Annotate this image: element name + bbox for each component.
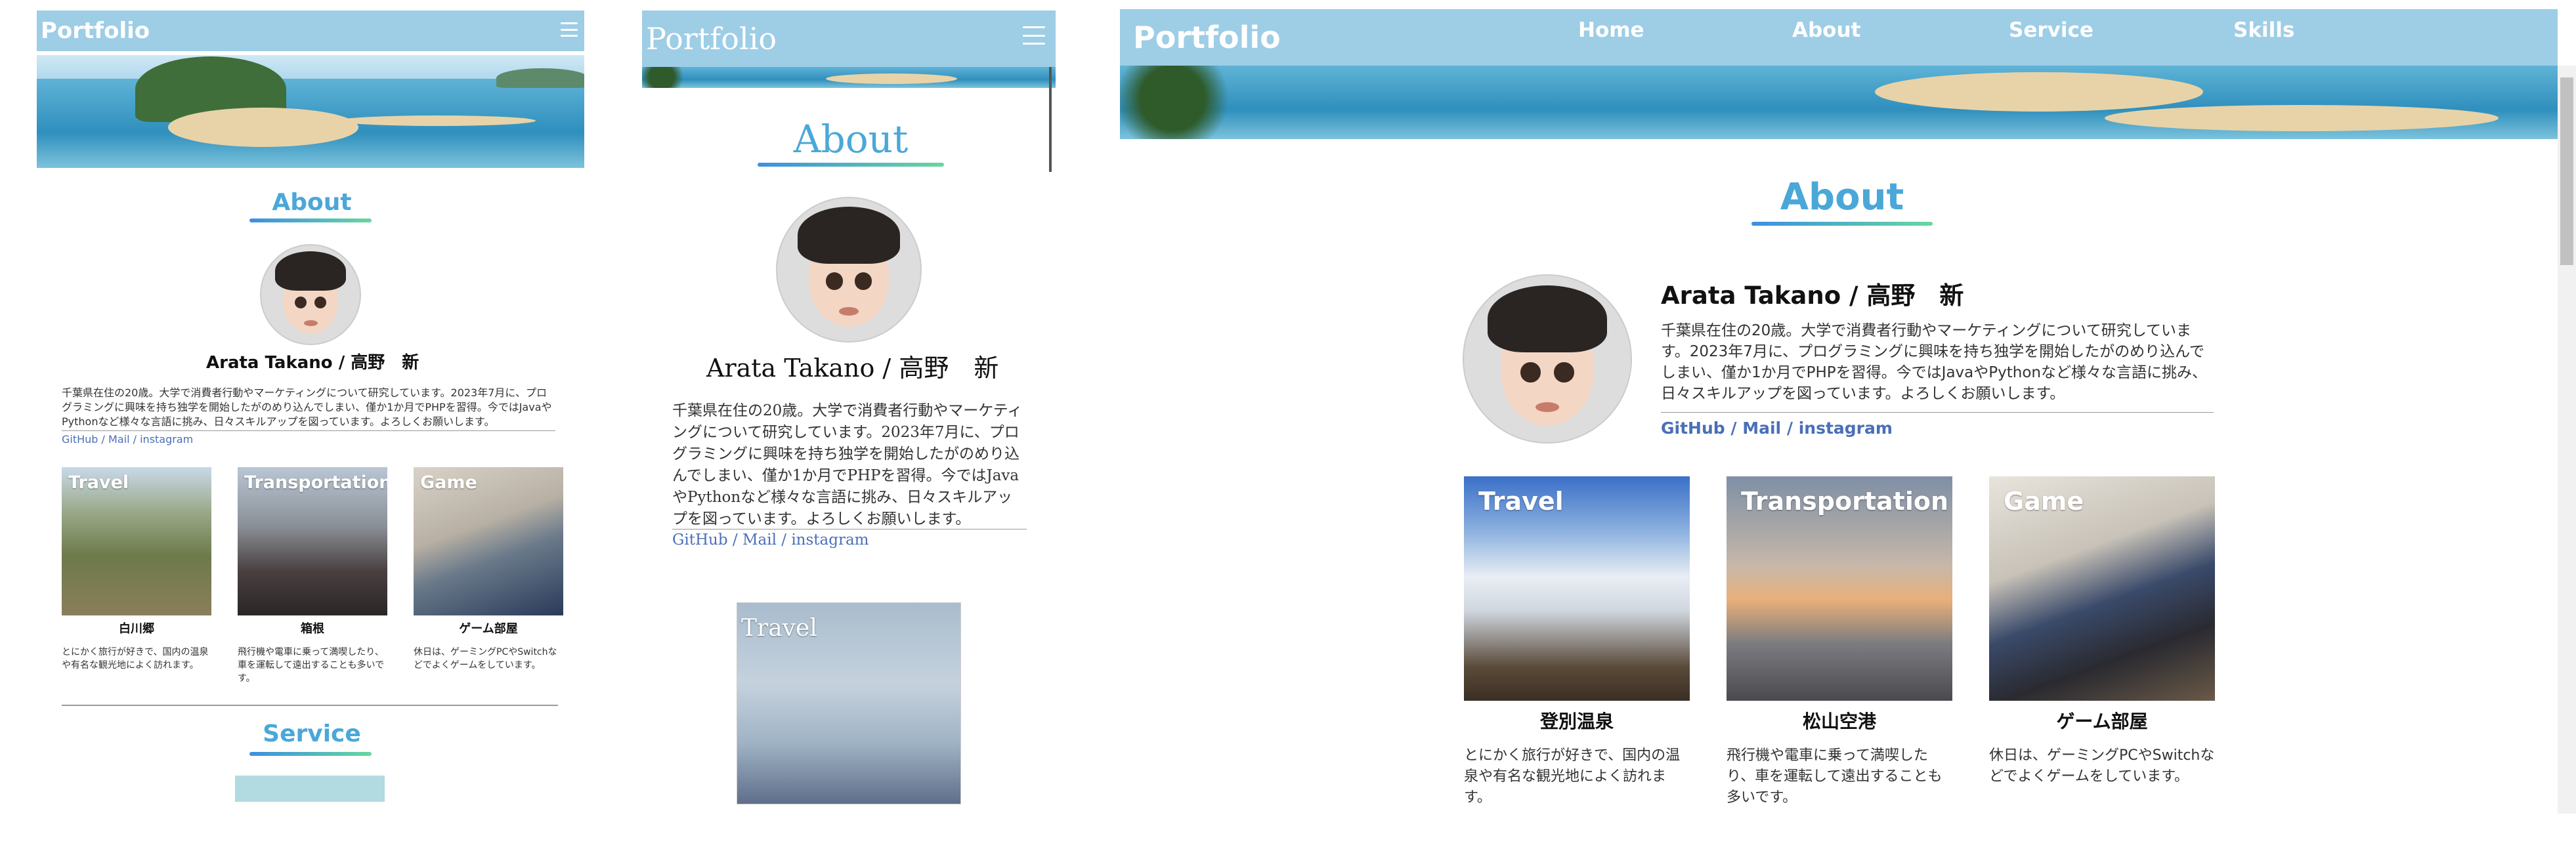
desktop-card-transportation-label: Transportation (1741, 487, 1949, 516)
desktop-card-travel-caption: 登別温泉 (1539, 711, 1614, 732)
mobile-section-rule (62, 705, 558, 706)
desktop-hero-image (1120, 66, 2558, 139)
tablet-instagram-link[interactable]: instagram (791, 531, 869, 549)
mobile-mail-link[interactable]: Mail (108, 433, 130, 446)
mobile-card-travel-image[interactable]: Travel (62, 467, 211, 615)
mobile-github-link[interactable]: GitHub (62, 433, 98, 446)
link-separator: / (781, 531, 786, 549)
desktop-card-transportation-caption: 松山空港 (1802, 711, 1876, 732)
mobile-about-underline (249, 218, 372, 222)
tablet-hero-image (642, 67, 1056, 88)
mobile-card-transportation-label: Transportation (244, 472, 387, 493)
mobile-profile-name: Arata Takano / 高野 新 (206, 353, 419, 373)
nav-skills[interactable]: Skills (2233, 18, 2294, 42)
tablet-github-link[interactable]: GitHub (672, 531, 728, 549)
desktop-card-game-desc: 休日は、ゲーミングPCやSwitchなどでよくゲームをしています。 (1989, 747, 2215, 785)
tablet-about-underline (758, 163, 944, 167)
mobile-profile-links: GitHub / Mail / instagram (62, 433, 193, 446)
tablet-card-travel-image[interactable]: Travel (737, 602, 961, 804)
mobile-about-title: About (272, 189, 352, 216)
mobile-header: Portfolio (37, 10, 584, 51)
desktop-card-game-caption: ゲーム部屋 (2056, 711, 2148, 732)
desktop-instagram-link[interactable]: instagram (1799, 419, 1893, 438)
link-separator: / (732, 531, 738, 549)
mobile-service-underline (249, 752, 372, 756)
desktop-github-link[interactable]: GitHub (1661, 419, 1725, 438)
mobile-card-game-desc: 休日は、ゲーミングPCやSwitchなどでよくゲームをしています。 (414, 647, 557, 671)
nav-home[interactable]: Home (1578, 18, 1644, 42)
nav-about[interactable]: About (1792, 18, 1860, 42)
desktop-card-travel-label: Travel (1478, 487, 1564, 516)
mobile-bio-rule (62, 430, 555, 431)
desktop-avatar (1463, 274, 1632, 444)
desktop-about-title: About (1780, 176, 1904, 218)
mobile-logo[interactable]: Portfolio (41, 18, 150, 44)
desktop-card-travel-image[interactable]: Travel (1464, 476, 1690, 701)
mobile-card-transportation-image[interactable]: Transportation (238, 467, 387, 615)
mobile-hero-image (37, 55, 584, 168)
desktop-card-game-image[interactable]: Game (1989, 476, 2215, 701)
mobile-card-game-label: Game (420, 472, 477, 493)
tablet-profile-name: Arata Takano / 高野 新 (706, 354, 999, 383)
mobile-instagram-link[interactable]: instagram (140, 433, 193, 446)
mobile-card-transportation-caption: 箱根 (301, 622, 324, 636)
desktop-profile-links: GitHub / Mail / instagram (1661, 419, 1893, 438)
tablet-profile-links: GitHub / Mail / instagram (672, 531, 869, 549)
mobile-service-title: Service (263, 720, 361, 747)
mobile-card-transportation-desc: 飛行機や電車に乗って満喫したり、車を運転して遠出することも多いです。 (238, 647, 385, 684)
hamburger-menu-icon[interactable] (1023, 26, 1045, 45)
mobile-card-game-image[interactable]: Game (414, 467, 563, 615)
desktop-mail-link[interactable]: Mail (1742, 419, 1781, 438)
tablet-card-travel-label: Travel (741, 615, 817, 642)
nav-service[interactable]: Service (2009, 18, 2093, 42)
tablet-logo[interactable]: Portfolio (646, 21, 777, 56)
tablet-mail-link[interactable]: Mail (742, 531, 777, 549)
tablet-profile-bio: 千葉県在住の20歳。大学で消費者行動やマーケティングについて研究しています。20… (672, 402, 1023, 528)
desktop-bio-rule (1661, 412, 2214, 413)
desktop-scrollbar-thumb[interactable] (2560, 77, 2573, 265)
tablet-about-title: About (793, 117, 909, 161)
mobile-card-travel-label: Travel (68, 472, 129, 493)
mobile-profile-bio: 千葉県在住の20歳。大学で消費者行動やマーケティングについて研究しています。20… (62, 386, 552, 428)
desktop-card-game-label: Game (2004, 487, 2084, 516)
desktop-profile-name: Arata Takano / 高野 新 (1661, 281, 1964, 310)
tablet-avatar (776, 197, 922, 342)
mobile-card-game-caption: ゲーム部屋 (459, 622, 518, 636)
mobile-card-travel-desc: とにかく旅行が好きで、国内の温泉や有名な観光地によく訪れます。 (62, 647, 209, 671)
tablet-header: Portfolio (642, 10, 1056, 67)
desktop-logo[interactable]: Portfolio (1133, 20, 1281, 55)
desktop-about-underline (1751, 222, 1933, 226)
mobile-avatar (260, 244, 361, 345)
link-separator: / (1730, 419, 1737, 438)
mobile-service-card (235, 776, 385, 802)
link-separator: / (101, 433, 105, 446)
desktop-profile-bio: 千葉県在住の20歳。大学で消費者行動やマーケティングについて研究しています。20… (1661, 322, 2207, 402)
desktop-card-travel-desc: とにかく旅行が好きで、国内の温泉や有名な観光地によく訪れます。 (1464, 747, 1681, 806)
mobile-card-travel-caption: 白川郷 (119, 622, 154, 636)
desktop-card-transportation-image[interactable]: Transportation (1727, 476, 1952, 701)
hamburger-menu-icon[interactable] (561, 22, 578, 37)
link-separator: / (1786, 419, 1793, 438)
tablet-scroll-divider (1049, 67, 1052, 172)
desktop-card-transportation-desc: 飛行機や電車に乗って満喫したり、車を運転して遠出することも多いです。 (1727, 747, 1943, 806)
link-separator: / (133, 433, 137, 446)
